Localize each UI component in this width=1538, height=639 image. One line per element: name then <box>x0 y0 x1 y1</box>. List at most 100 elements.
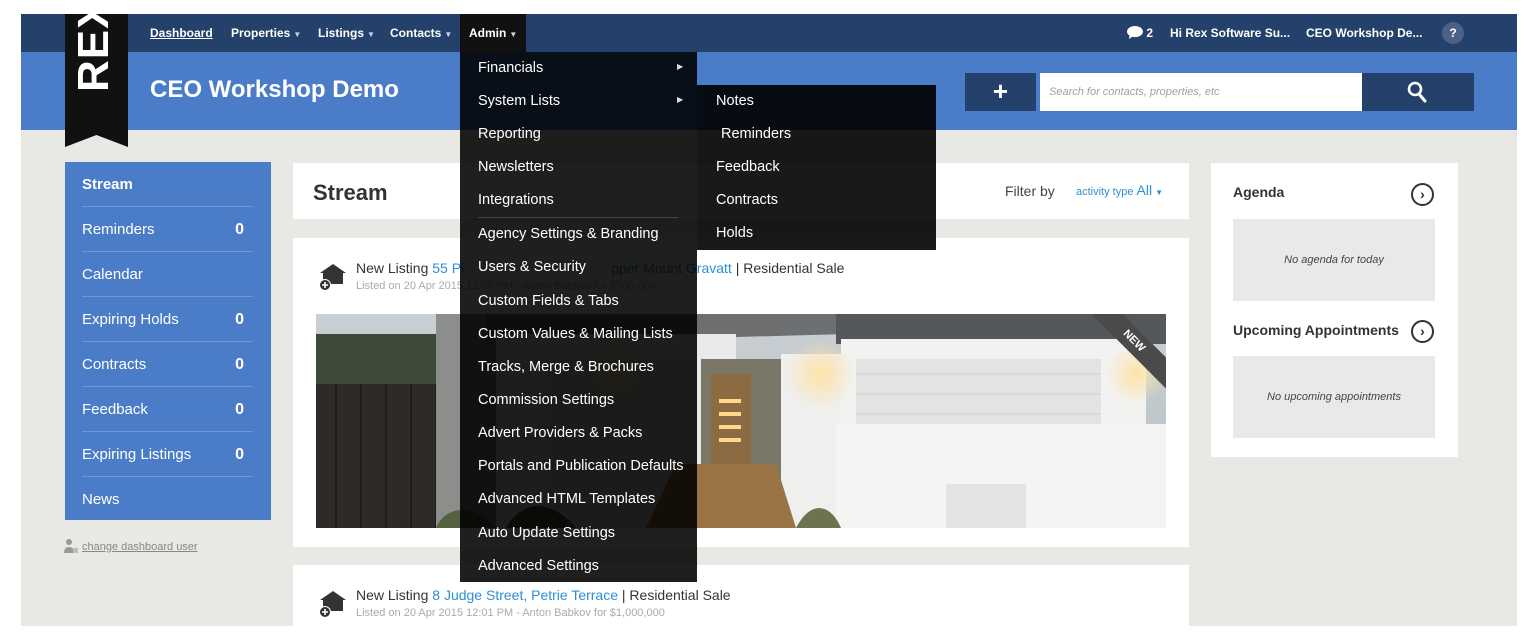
nav-listings-label: Listings <box>318 26 365 40</box>
house-photo-image <box>316 314 1166 528</box>
sidebar-item-calendar[interactable]: Calendar <box>82 252 253 297</box>
nav-listings[interactable]: Listings ▼ <box>318 14 375 52</box>
sidebar-count: 0 <box>235 446 244 463</box>
nav-properties[interactable]: Properties ▼ <box>231 14 301 52</box>
menu-item-tracks-merge[interactable]: Tracks, Merge & Brochures <box>478 359 654 375</box>
search-button[interactable] <box>1362 73 1474 111</box>
submenu-item-contracts[interactable]: Contracts <box>716 192 778 208</box>
menu-item-custom-values[interactable]: Custom Values & Mailing Lists <box>478 326 673 342</box>
change-dashboard-user-link[interactable]: change dashboard user <box>64 541 198 553</box>
sidebar-count: 0 <box>235 221 244 238</box>
menu-divider <box>478 217 678 218</box>
submenu-item-holds[interactable]: Holds <box>716 225 753 241</box>
menu-item-integrations[interactable]: Integrations <box>478 192 554 208</box>
admin-dropdown-menu: Financials ▶ System Lists ▶ Reporting Ne… <box>460 52 697 582</box>
new-listing-house-icon <box>319 264 346 291</box>
sidebar-item-contracts[interactable]: Contracts 0 <box>82 342 253 387</box>
sidebar-item-label: Expiring Holds <box>82 311 179 328</box>
search-icon <box>1407 81 1427 103</box>
menu-item-financials[interactable]: Financials <box>478 60 543 76</box>
menu-item-reporting[interactable]: Reporting <box>478 126 541 142</box>
menu-item-custom-fields[interactable]: Custom Fields & Tabs <box>478 293 619 309</box>
company-name: CEO Workshop Demo <box>150 76 399 103</box>
nav-properties-label: Properties <box>231 26 291 40</box>
submenu-item-reminders[interactable]: Reminders <box>721 126 791 142</box>
caret-down-icon: ▼ <box>509 30 518 39</box>
user-greeting[interactable]: Hi Rex Software Su... <box>1170 14 1290 52</box>
sidebar-item-expiring-listings[interactable]: Expiring Listings 0 <box>82 432 253 477</box>
rex-logo[interactable]: REX <box>65 14 128 147</box>
messages-count: 2 <box>1146 26 1154 40</box>
agenda-panel: Agenda › No agenda for today Upcoming Ap… <box>1211 163 1458 457</box>
stream-card: New Listing 55 Pipper Mount Gravatt | Re… <box>293 238 1189 547</box>
nav-admin-label: Admin <box>469 26 507 40</box>
top-nav: Dashboard Properties ▼ Listings ▼ Contacts… <box>21 14 1517 52</box>
search-input[interactable] <box>1040 73 1362 111</box>
card-prefix: New Listing <box>356 587 429 603</box>
sidebar-item-reminders[interactable]: Reminders 0 <box>82 207 253 252</box>
agenda-empty: No agenda for today <box>1233 219 1435 301</box>
appointments-arrow-icon[interactable]: › <box>1411 320 1434 343</box>
sidebar-item-label: News <box>82 491 120 508</box>
submenu-item-feedback[interactable]: Feedback <box>716 159 780 175</box>
change-user-label: change dashboard user <box>82 541 198 553</box>
menu-item-users-security[interactable]: Users & Security <box>478 259 586 275</box>
menu-item-advert-providers[interactable]: Advert Providers & Packs <box>478 425 642 441</box>
menu-item-agency-settings[interactable]: Agency Settings & Branding <box>478 226 659 242</box>
sidebar-item-label: Feedback <box>82 401 148 418</box>
filter-type: activity type <box>1076 186 1134 198</box>
filter-label: Filter by <box>1005 183 1055 199</box>
caret-down-icon: ▼ <box>293 30 302 39</box>
sidebar-item-feedback[interactable]: Feedback 0 <box>82 387 253 432</box>
sidebar-count: 0 <box>235 311 244 328</box>
agenda-arrow-icon[interactable]: › <box>1411 183 1434 206</box>
messages-button[interactable]: 2 <box>1127 14 1153 52</box>
help-button[interactable]: ? <box>1442 22 1464 44</box>
stream-card: New Listing 8 Judge Street, Petrie Terra… <box>293 565 1189 626</box>
caret-down-icon: ▼ <box>1155 188 1164 197</box>
caret-down-icon: ▼ <box>444 30 453 39</box>
sidebar-item-expiring-holds[interactable]: Expiring Holds 0 <box>82 297 253 342</box>
app-frame: Dashboard Properties ▼ Listings ▼ Contacts… <box>21 14 1517 626</box>
sidebar-item-label: Calendar <box>82 266 143 283</box>
submenu-item-notes[interactable]: Notes <box>716 93 754 109</box>
card-prefix: New Listing <box>356 260 429 276</box>
chat-bubble-icon <box>1127 26 1143 39</box>
card-title: New Listing 8 Judge Street, Petrie Terra… <box>356 587 731 603</box>
nav-admin[interactable]: Admin ▼ <box>460 14 527 52</box>
card-subtitle: Listed on 20 Apr 2015 12:01 PM - Anton B… <box>356 607 665 619</box>
sidebar-count: 0 <box>235 356 244 373</box>
submenu-arrow-icon: ▶ <box>677 95 684 104</box>
account-name[interactable]: CEO Workshop De... <box>1306 14 1422 52</box>
add-button[interactable]: + <box>965 73 1036 111</box>
appointments-empty: No upcoming appointments <box>1233 356 1435 438</box>
agenda-title: Agenda <box>1233 184 1285 200</box>
listing-photo[interactable]: NEW <box>316 314 1166 528</box>
listing-type: | Residential Sale <box>735 260 845 276</box>
filter-dropdown[interactable]: activity type All ▼ <box>1076 182 1163 198</box>
menu-item-html-templates[interactable]: Advanced HTML Templates <box>478 491 655 507</box>
menu-item-system-lists[interactable]: System Lists <box>478 93 560 109</box>
submenu-arrow-icon: ▶ <box>677 62 684 71</box>
listing-type: | Residential Sale <box>621 587 731 603</box>
page-title: Stream <box>313 180 388 205</box>
nav-contacts[interactable]: Contacts ▼ <box>390 14 452 52</box>
nav-dashboard[interactable]: Dashboard <box>150 14 213 52</box>
caret-down-icon: ▼ <box>367 30 375 39</box>
listing-address-link[interactable]: 8 Judge Street, Petrie Terrace <box>432 587 618 603</box>
appointments-title: Upcoming Appointments <box>1233 322 1399 338</box>
nav-contacts-label: Contacts <box>390 26 442 40</box>
sidebar: Stream Reminders 0 Calendar Expiring Hold… <box>65 162 271 520</box>
system-lists-submenu: Notes Reminders Feedback Contracts Holds <box>697 85 936 250</box>
sidebar-item-label: Stream <box>82 176 133 193</box>
sidebar-item-label: Expiring Listings <box>82 446 192 463</box>
menu-item-portals[interactable]: Portals and Publication Defaults <box>478 458 684 474</box>
menu-item-advanced-settings[interactable]: Advanced Settings <box>478 558 599 574</box>
menu-item-commission-settings[interactable]: Commission Settings <box>478 392 614 408</box>
menu-item-auto-update[interactable]: Auto Update Settings <box>478 525 615 541</box>
sidebar-item-stream[interactable]: Stream <box>82 162 253 207</box>
sidebar-item-news[interactable]: News <box>82 477 253 522</box>
sidebar-item-label: Contracts <box>82 356 147 373</box>
menu-item-newsletters[interactable]: Newsletters <box>478 159 554 175</box>
logo-text: REX <box>69 14 118 92</box>
